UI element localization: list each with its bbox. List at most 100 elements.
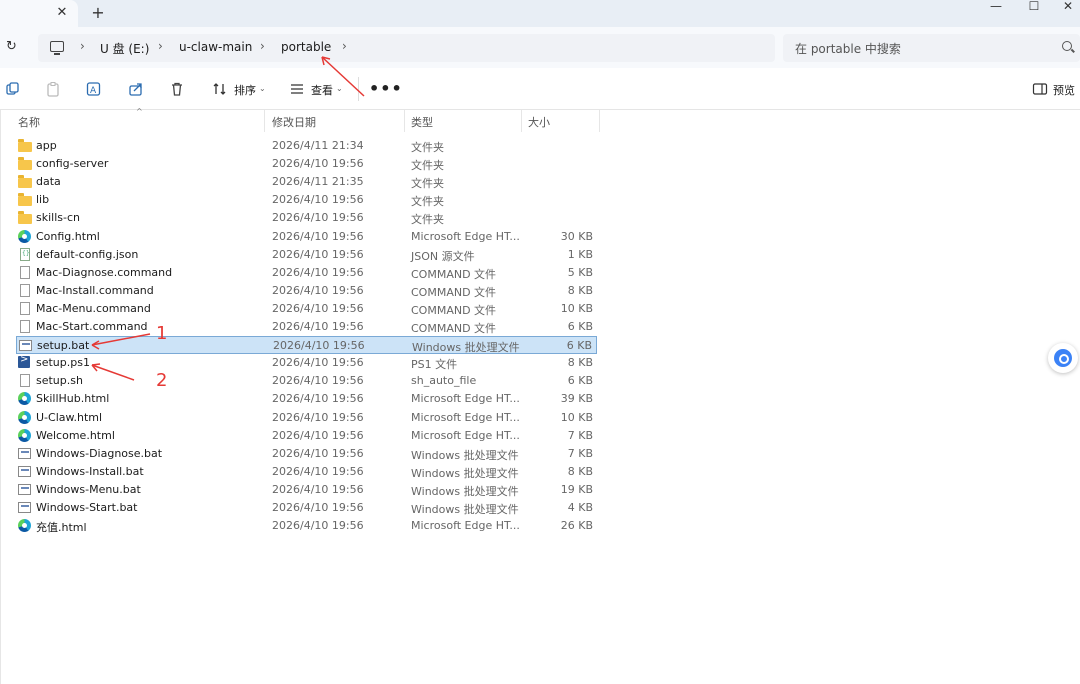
folder-icon: [18, 211, 32, 225]
file-type: 文件夹: [411, 141, 444, 154]
computer-icon[interactable]: [50, 41, 64, 55]
file-row[interactable]: Mac-Install.command 2026/4/10 19:56 COMMAN…: [16, 282, 597, 300]
column-header-name[interactable]: 名称: [18, 114, 40, 130]
breadcrumb-drive[interactable]: U 盘 (E:): [100, 40, 149, 57]
column-header-date[interactable]: 修改日期: [272, 114, 316, 130]
file-row[interactable]: Mac-Diagnose.command 2026/4/10 19:56 COMMA…: [16, 264, 597, 282]
file-size: 4 KB: [567, 501, 593, 514]
file-type: PS1 文件: [411, 358, 458, 372]
file-size: 30 KB: [560, 229, 593, 243]
column-header-size[interactable]: 大小: [528, 114, 550, 130]
file-row[interactable]: Welcome.html 2026/4/10 19:56 Microsoft Edg…: [16, 427, 597, 445]
file-size: 26 KB: [560, 519, 593, 533]
file-row[interactable]: Windows-Diagnose.bat 2026/4/10 19:56 Windo…: [16, 445, 597, 463]
column-header-type[interactable]: 类型: [411, 114, 433, 130]
edge-icon: [18, 229, 31, 243]
refresh-icon[interactable]: ↻: [6, 39, 20, 55]
file-row[interactable]: Windows-Menu.bat 2026/4/10 19:56 Windows 批…: [16, 481, 597, 499]
search-input[interactable]: 在 portable 中搜索: [795, 40, 901, 57]
file-date: 2026/4/10 19:56: [272, 229, 364, 243]
edge-icon: [18, 428, 31, 442]
file-row[interactable]: Windows-Start.bat 2026/4/10 19:56 Windows …: [16, 499, 597, 517]
maximize-icon[interactable]: ☐: [1026, 0, 1042, 14]
assistant-icon: [1054, 349, 1072, 367]
file-name: Mac-Diagnose.command: [36, 265, 173, 279]
address-bar[interactable]: › U 盘 (E:) › u-claw-main › portable ›: [38, 34, 775, 62]
breadcrumb-separator-icon[interactable]: ›: [342, 39, 347, 53]
file-row[interactable]: Config.html 2026/4/10 19:56 Microsoft Edge…: [16, 228, 597, 246]
file-size: 6 KB: [567, 320, 593, 333]
column-divider[interactable]: [599, 110, 600, 132]
breadcrumb-separator-icon[interactable]: ›: [260, 39, 265, 53]
more-options-button[interactable]: •••: [369, 79, 403, 98]
file-date: 2026/4/10 19:56: [272, 157, 364, 171]
file-date: 2026/4/10 19:56: [272, 446, 364, 460]
share-icon[interactable]: [128, 81, 144, 97]
file-date: 2026/4/10 19:56: [272, 301, 364, 315]
file-row[interactable]: app 2026/4/11 21:34 文件夹: [16, 137, 597, 155]
file-name: default-config.json: [36, 247, 139, 261]
breadcrumb-separator-icon[interactable]: ›: [80, 39, 85, 53]
active-tab[interactable]: ✕: [0, 0, 78, 27]
column-divider[interactable]: [264, 110, 265, 132]
delete-icon[interactable]: [169, 81, 185, 97]
file-row[interactable]: config-server 2026/4/10 19:56 文件夹: [16, 155, 597, 173]
file-name: SkillHub.html: [36, 392, 110, 406]
edge-icon: [18, 410, 31, 424]
file-row[interactable]: setup.ps1 2026/4/10 19:56 PS1 文件 8 KB: [16, 354, 597, 372]
search-icon[interactable]: [1062, 41, 1072, 51]
file-row[interactable]: Windows-Install.bat 2026/4/10 19:56 Window…: [16, 463, 597, 481]
sort-icon[interactable]: [212, 81, 228, 97]
column-divider[interactable]: [404, 110, 405, 132]
view-icon[interactable]: [289, 81, 305, 97]
file-name: setup.bat: [37, 339, 90, 353]
file-name: 充值.html: [36, 521, 87, 535]
preview-pane-icon[interactable]: [1032, 81, 1048, 97]
file-row[interactable]: setup.bat 2026/4/10 19:56 Windows 批处理文件 6 K…: [16, 336, 597, 355]
file-size: 5 KB: [567, 265, 593, 279]
file-row[interactable]: Mac-Start.command 2026/4/10 19:56 COMMAND …: [16, 318, 597, 336]
close-window-icon[interactable]: ✕: [1060, 0, 1076, 14]
file-row[interactable]: default-config.json 2026/4/10 19:56 JSON 源…: [16, 246, 597, 264]
file-row[interactable]: Mac-Menu.command 2026/4/10 19:56 COMMAND 文…: [16, 300, 597, 318]
view-button[interactable]: 查看: [311, 82, 333, 98]
file-row[interactable]: setup.sh 2026/4/10 19:56 sh_auto_file 6 KB: [16, 372, 597, 390]
folder-icon: [18, 157, 32, 171]
copy-icon[interactable]: [5, 81, 21, 97]
view-chevron-down-icon[interactable]: ⌄: [336, 84, 343, 93]
breadcrumb-separator-icon[interactable]: ›: [158, 39, 163, 53]
file-size: 6 KB: [566, 339, 592, 353]
file-name: lib: [36, 193, 50, 207]
bat-icon: [19, 340, 32, 352]
breadcrumb-u-claw-main[interactable]: u-claw-main: [179, 40, 252, 54]
file-type: 文件夹: [411, 177, 444, 191]
folder-icon: [18, 139, 32, 152]
file-date: 2026/4/10 19:56: [272, 464, 364, 478]
file-row[interactable]: 充值.html 2026/4/10 19:56 Microsoft Edge HT.…: [16, 517, 597, 535]
preview-button[interactable]: 预览: [1053, 82, 1075, 98]
file-date: 2026/4/10 19:56: [272, 519, 364, 533]
file-row[interactable]: skills-cn 2026/4/10 19:56 文件夹: [16, 209, 597, 227]
file-name: skills-cn: [36, 211, 80, 225]
file-name: Windows-Diagnose.bat: [36, 446, 163, 460]
file-date: 2026/4/10 19:56: [272, 265, 364, 279]
search-box[interactable]: 在 portable 中搜索: [783, 34, 1080, 62]
floating-assistant-button[interactable]: [1048, 343, 1078, 373]
file-date: 2026/4/10 19:56: [272, 283, 364, 297]
file-name: Mac-Start.command: [36, 320, 148, 333]
file-row[interactable]: U-Claw.html 2026/4/10 19:56 Microsoft Edge…: [16, 409, 597, 427]
minimize-icon[interactable]: —: [988, 0, 1004, 14]
sort-chevron-down-icon[interactable]: ⌄: [259, 84, 266, 93]
rename-icon[interactable]: A: [86, 81, 102, 97]
file-row[interactable]: SkillHub.html 2026/4/10 19:56 Microsoft Ed…: [16, 390, 597, 408]
column-divider[interactable]: [521, 110, 522, 132]
file-row[interactable]: lib 2026/4/10 19:56 文件夹: [16, 191, 597, 209]
new-tab-icon[interactable]: +: [90, 4, 106, 22]
paste-icon[interactable]: [45, 81, 61, 97]
file-row[interactable]: data 2026/4/11 21:35 文件夹: [16, 173, 597, 191]
breadcrumb-portable[interactable]: portable: [281, 40, 331, 54]
close-tab-icon[interactable]: ✕: [55, 5, 69, 21]
file-size: 19 KB: [560, 482, 593, 496]
sort-button[interactable]: 排序: [234, 82, 256, 98]
file-date: 2026/4/10 19:56: [272, 482, 364, 496]
